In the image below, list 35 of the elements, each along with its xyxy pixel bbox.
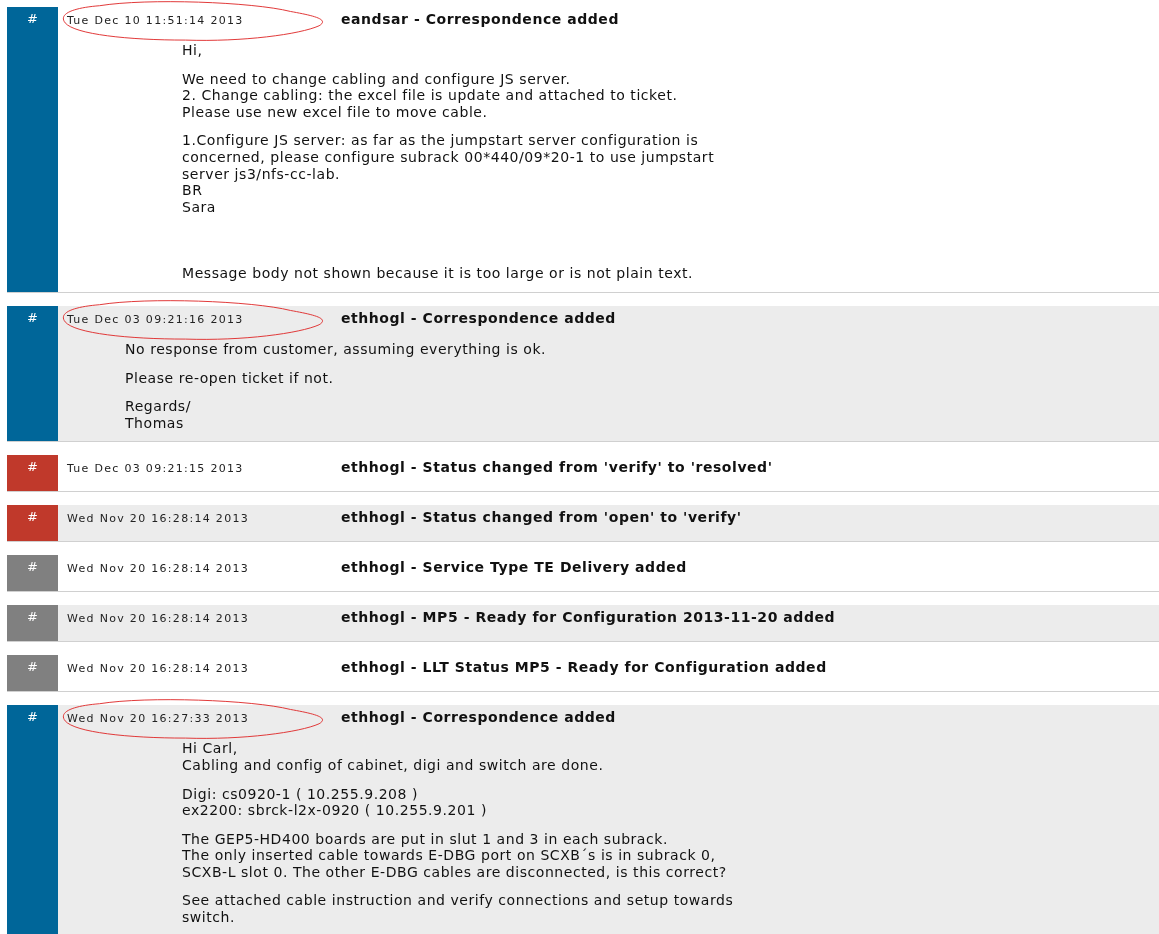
- entry-date: Wed Nov 20 16:28:14 2013: [67, 612, 251, 626]
- entry-title: eandsar - Correspondence added: [341, 11, 619, 27]
- message-paragraph: 1.Configure JS server: as far as the jumpstart server configuration is concerned, please configure subrack 00*440/09*20-1 to use jumpstart server js3/nfs-cc-lab. BR Sara: [182, 132, 716, 216]
- entry-title: ethhogl - LLT Status MP5 - Ready for Configuration added: [341, 659, 827, 676]
- message-paragraph: No response from customer, assuming everything is ok.: [125, 340, 548, 358]
- message-paragraph: The GEP5-HD400 boards are put in slut 1 and 3 in each subrack. The only inserted cable towards E-DBG port on SCXB´s is in subrack 0, SCXB-L slot 0. The other E-DBG cables are disconnected, is this correct?: [182, 830, 728, 881]
- entry-title: ethhogl - Service Type TE Delivery added: [341, 559, 687, 576]
- entry-date: Tue Dec 03 09:21:15 2013: [67, 462, 245, 476]
- entry-title: ethhogl - MP5 - Ready for Configuration 2013-11-20 added: [341, 609, 836, 626]
- message-paragraph: We need to change cabling and configure JS server. 2. Change cabling: the excel file is update and attached to ticket. Please use new excel file to move cable.: [182, 70, 679, 121]
- entry-anchor-link[interactable]: #: [7, 605, 58, 642]
- message-paragraph: Regards/ Thomas: [125, 398, 192, 432]
- entry-title: ethhogl - Status changed from 'open' to 'verify': [341, 509, 742, 526]
- entry-date: Wed Nov 20 16:28:14 2013: [67, 512, 251, 526]
- entry-anchor-link[interactable]: #: [7, 555, 58, 592]
- message-paragraph: Hi Carl, Cabling and config of cabinet, digi and switch are done.: [182, 740, 605, 774]
- entry-date: Tue Dec 10 11:51:14 2013: [67, 14, 245, 27]
- entry-anchor-link[interactable]: #: [7, 7, 58, 292]
- entry-anchor-link[interactable]: #: [7, 305, 58, 442]
- entry-date: Wed Nov 20 16:28:14 2013: [67, 562, 251, 576]
- entry-date: Wed Nov 20 16:27:33 2013: [67, 712, 251, 726]
- message-note: Message body not shown because it is too large or is not plain text.: [182, 265, 695, 282]
- entry-anchor-link[interactable]: #: [7, 455, 58, 492]
- message-paragraph: See attached cable instruction and verify connections and setup towards switch.: [182, 892, 735, 926]
- message-paragraph: Hi,: [182, 42, 204, 59]
- entry-title: ethhogl - Correspondence added: [341, 709, 616, 726]
- entry-title: ethhogl - Status changed from 'verify' to 'resolved': [341, 459, 773, 476]
- entry-anchor-link[interactable]: #: [7, 505, 58, 542]
- entry-anchor-link[interactable]: #: [7, 705, 58, 934]
- entry-anchor-link[interactable]: #: [7, 655, 58, 692]
- message-paragraph: Digi: cs0920-1 ( 10.255.9.208 ) ex2200: sbrck-l2x-0920 ( 10.255.9.201 ): [182, 785, 488, 819]
- entry-date: Wed Nov 20 16:28:14 2013: [67, 662, 251, 676]
- message-paragraph: Please re-open ticket if not.: [125, 369, 335, 387]
- entry-date: Tue Dec 03 09:21:16 2013: [67, 312, 245, 326]
- entry-title: ethhogl - Correspondence added: [341, 309, 616, 326]
